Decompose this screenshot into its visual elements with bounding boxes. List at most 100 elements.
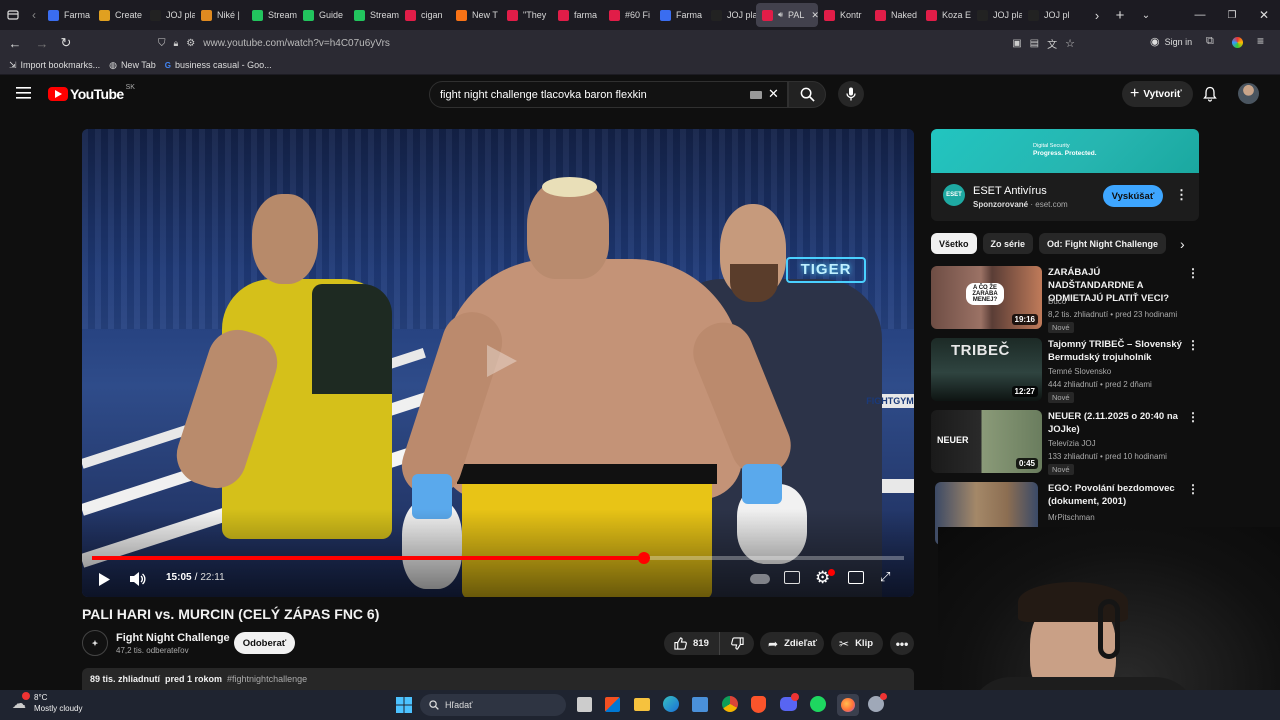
recommendation-item[interactable]: TRIBEČ 12:27 Tajomný TRIBEČ – Slovenský … xyxy=(931,338,1199,404)
youtube-logo[interactable]: YouTube SK xyxy=(48,84,135,102)
forward-icon[interactable]: → xyxy=(30,30,54,56)
like-button[interactable]: 819 xyxy=(664,632,720,655)
clear-search-icon[interactable]: ✕ xyxy=(768,86,779,102)
rec-thumbnail[interactable]: NEUER 0:45 xyxy=(931,410,1042,473)
browser-tab[interactable]: JOJ play xyxy=(144,0,195,30)
browser-tab[interactable]: farma xyxy=(552,0,603,30)
bookmark-star-icon[interactable]: ☆ xyxy=(1065,37,1075,50)
channel-avatar[interactable]: ✦ xyxy=(82,630,108,656)
rec-title[interactable]: EGO: Povolání bezdomovec (dokument, 2001… xyxy=(1048,482,1188,508)
video-player[interactable]: TIGER FIGHTGYM 15:05 / 22:11 ⚙︎ ⤢ xyxy=(82,129,914,597)
browser-tab[interactable]: Niké | xyxy=(195,0,246,30)
lock-icon[interactable]: 🔒︎ xyxy=(174,38,179,49)
url-text[interactable]: www.youtube.com/watch?v=h4C07u6yVrs xyxy=(203,38,390,49)
channel-name[interactable]: Fight Night Challenge xyxy=(116,632,230,644)
search-query[interactable]: fight night challenge tlacovka baron fle… xyxy=(440,89,647,101)
hamburger-menu-icon[interactable] xyxy=(16,85,32,101)
tab-scroll-right-icon[interactable]: › xyxy=(1087,0,1107,30)
new-tab-icon[interactable]: + xyxy=(1107,0,1133,30)
browser-tab[interactable]: Koza E xyxy=(920,0,971,30)
recommendation-item[interactable]: A ČO ŽE ZARÁBA MENEJ? 19:16 ZARÁBAJÚ NAD… xyxy=(931,266,1199,333)
browser-tab[interactable]: JOJ play xyxy=(705,0,756,30)
task-view-icon[interactable] xyxy=(577,697,592,712)
window-minimize-icon[interactable]: — xyxy=(1184,0,1216,30)
browser-tab[interactable]: Stream xyxy=(246,0,297,30)
browser-tab[interactable]: cigan xyxy=(399,0,450,30)
rec-channel[interactable]: Temné Slovensko xyxy=(1048,365,1111,378)
subtitles-icon[interactable] xyxy=(784,571,800,584)
browser-tab[interactable]: Naked xyxy=(869,0,920,30)
picture-in-picture-icon[interactable]: ▣ xyxy=(1012,38,1021,49)
rec-thumbnail[interactable]: A ČO ŽE ZARÁBA MENEJ? 19:16 xyxy=(931,266,1042,329)
avatar[interactable] xyxy=(1238,83,1259,104)
tab-scroll-left-icon[interactable]: ‹ xyxy=(26,0,42,30)
ad-cta-button[interactable]: Vyskúšať xyxy=(1103,185,1163,207)
rec-menu-icon[interactable]: ⋮ xyxy=(1187,266,1199,280)
bookmark-new-tab[interactable]: ◍ New Tab xyxy=(109,60,156,71)
browser-tab[interactable]: 🔊︎ PAL ✕ xyxy=(756,3,818,27)
firefox-icon[interactable] xyxy=(837,694,859,716)
file-explorer-icon[interactable] xyxy=(634,698,650,711)
browser-tab[interactable]: Guide xyxy=(297,0,348,30)
rec-thumbnail[interactable]: TRIBEČ 12:27 xyxy=(931,338,1042,401)
tab-close-icon[interactable]: ✕ xyxy=(811,10,818,21)
recommendation-item[interactable]: NEUER 0:45 NEUER (2.11.2025 o 20:40 na J… xyxy=(931,410,1199,476)
share-button[interactable]: ➦ Zdieľať xyxy=(760,632,824,655)
edge-icon[interactable] xyxy=(663,696,679,712)
browser-tab[interactable]: JOJ play xyxy=(971,0,1022,30)
rec-menu-icon[interactable]: ⋮ xyxy=(1187,338,1199,352)
volume-icon[interactable] xyxy=(128,569,148,589)
browser-tab[interactable]: JOJ pl xyxy=(1022,0,1073,30)
rec-title[interactable]: Tajomný TRIBEČ – Slovenský Bermudský tro… xyxy=(1048,338,1188,364)
rec-title[interactable]: NEUER (2.11.2025 o 20:40 na JOJke) xyxy=(1048,410,1188,436)
browser-tab[interactable]: Farma xyxy=(42,0,93,30)
miniplayer-icon[interactable] xyxy=(848,571,864,584)
sign-in-button[interactable]: ◉ Sign in xyxy=(1150,35,1192,48)
notifications-bell-icon[interactable] xyxy=(1203,86,1217,102)
dislike-button[interactable] xyxy=(720,632,754,655)
search-button[interactable] xyxy=(788,81,826,108)
windows-start-icon[interactable] xyxy=(395,696,413,714)
translate-icon[interactable]: 文 xyxy=(1047,36,1057,51)
chip-from-channel[interactable]: Od: Fight Night Challenge xyxy=(1039,233,1167,254)
browser-tab[interactable]: Stream xyxy=(348,0,399,30)
microsoft-store-icon[interactable] xyxy=(605,697,620,712)
shield-icon[interactable]: ⛉ xyxy=(158,38,166,49)
browser-tab[interactable]: New T xyxy=(450,0,501,30)
clip-button[interactable]: ✂ Klip xyxy=(831,632,883,655)
tab-audio-icon[interactable]: 🔊︎ xyxy=(778,10,783,20)
subscribe-button[interactable]: Odoberať xyxy=(234,632,295,654)
more-actions-button[interactable]: ••• xyxy=(890,632,914,655)
voice-search-button[interactable] xyxy=(838,81,864,107)
reader-view-icon[interactable]: ▤ xyxy=(1030,38,1039,49)
app-menu-icon[interactable]: ≡ xyxy=(1257,34,1264,48)
search-input[interactable]: fight night challenge tlacovka baron fle… xyxy=(429,81,788,108)
chrome-icon[interactable] xyxy=(722,696,738,712)
brave-icon[interactable] xyxy=(751,696,766,713)
description-box[interactable]: 89 tis. zhliadnutí pred 1 rokom #fightni… xyxy=(82,668,914,690)
browser-tab[interactable]: "They xyxy=(501,0,552,30)
reload-icon[interactable]: ↻ xyxy=(54,30,78,56)
tab-list-icon[interactable]: ⌄ xyxy=(1133,0,1159,30)
permissions-icon[interactable]: ⚙︎ xyxy=(186,38,195,49)
hashtag-link[interactable]: #fightnightchallenge xyxy=(227,674,307,684)
ad-banner[interactable]: Digital Security Progress. Protected. xyxy=(931,129,1199,173)
browser-tab[interactable]: Kontr xyxy=(818,0,869,30)
progress-bar[interactable] xyxy=(92,552,904,564)
rec-menu-icon[interactable]: ⋮ xyxy=(1187,482,1199,496)
tab-overview-icon[interactable] xyxy=(0,0,26,30)
rec-menu-icon[interactable]: ⋮ xyxy=(1187,410,1199,424)
fullscreen-icon[interactable]: ⤢ xyxy=(880,569,890,585)
rec-channel[interactable]: Buco xyxy=(1048,295,1066,308)
back-icon[interactable]: ← xyxy=(0,30,30,56)
keyboard-icon[interactable] xyxy=(750,91,762,99)
ad-card[interactable]: Digital Security Progress. Protected. ES… xyxy=(931,129,1199,221)
chip-all[interactable]: Všetko xyxy=(931,233,977,254)
window-close-icon[interactable]: ✕ xyxy=(1248,0,1280,30)
browser-tab[interactable]: Create xyxy=(93,0,144,30)
browser-tab[interactable]: #60 Fi xyxy=(603,0,654,30)
spotify-icon[interactable] xyxy=(810,696,826,712)
rec-channel[interactable]: Televízia JOJ xyxy=(1048,437,1096,450)
bookmark-business-casual[interactable]: G business casual - Goo... xyxy=(165,60,272,70)
taskbar-search[interactable]: Hľadať xyxy=(420,694,566,716)
